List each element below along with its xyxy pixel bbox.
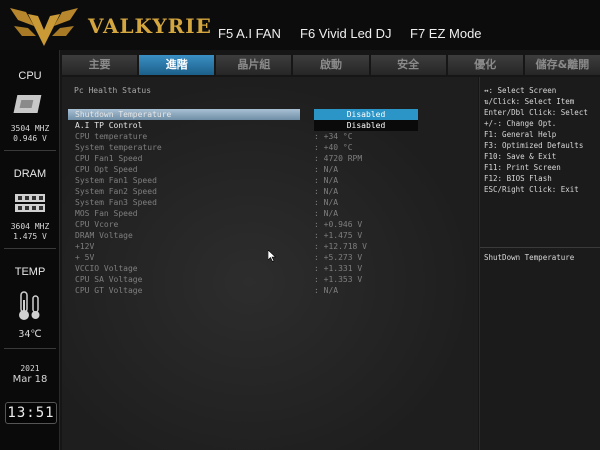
help-key-select: Enter/Dbl Click: Select — [484, 108, 588, 117]
info-row: DRAM Voltage : +1.475 V — [62, 230, 478, 241]
brand-title: VALKYRIE — [88, 14, 212, 38]
info-row: System Fan2 Speed : N/A — [62, 186, 478, 197]
info-value: : +5.273 V — [314, 253, 363, 262]
info-value: : N/A — [314, 198, 339, 207]
tab-advanced[interactable]: 進階 — [139, 55, 215, 75]
info-row: System Fan1 Speed : N/A — [62, 175, 478, 186]
info-row: System temperature : +40 °C — [62, 142, 478, 153]
info-row: CPU Vcore : +0.946 V — [62, 219, 478, 230]
temp-label: TEMP — [14, 266, 46, 278]
info-value: : N/A — [314, 176, 339, 185]
info-value: : +40 °C — [314, 143, 353, 152]
sidebar-divider — [4, 150, 56, 151]
help-key-save-exit: F10: Save & Exit — [484, 152, 557, 161]
dram-frequency: 3604 MHZ — [10, 222, 50, 231]
ai-fan-button[interactable]: F5 A.I FAN — [218, 26, 281, 41]
info-value: : +0.946 V — [314, 220, 363, 229]
option-label: Shutdown Temperature — [75, 110, 172, 119]
info-label: CPU Opt Speed — [75, 165, 138, 174]
help-divider — [480, 247, 600, 248]
info-label: CPU temperature — [75, 132, 148, 141]
cpu-frequency: 3504 MHZ — [10, 124, 50, 133]
help-panel: ↔: Select Screen ⇅/Click: Select Item En… — [479, 77, 600, 450]
temp-value: 34℃ — [18, 329, 42, 340]
sidebar-divider — [4, 348, 56, 349]
ai-tp-control-value[interactable]: Disabled — [314, 120, 418, 131]
memory-module-icon — [15, 194, 45, 212]
tab-security[interactable]: 安全 — [370, 55, 446, 75]
info-row: CPU GT Voltage : N/A — [62, 285, 478, 296]
info-label: CPU GT Voltage — [75, 286, 143, 295]
mouse-pointer-icon — [268, 250, 276, 262]
info-value: : N/A — [314, 165, 339, 174]
info-label: CPU Vcore — [75, 220, 119, 229]
dram-voltage: 1.475 V — [13, 232, 47, 241]
tab-boot[interactable]: 啟動 — [293, 55, 369, 75]
info-value: : +1.331 V — [314, 264, 363, 273]
info-label: System temperature — [75, 143, 162, 152]
info-value: : N/A — [314, 286, 339, 295]
info-label: System Fan3 Speed — [75, 198, 157, 207]
valkyrie-wings-logo-icon — [10, 8, 78, 46]
info-value: : +1.475 V — [314, 231, 363, 240]
help-key-select-screen: ↔: Select Screen — [484, 86, 557, 95]
tab-optimize[interactable]: 優化 — [447, 55, 523, 75]
dram-label: DRAM — [13, 168, 47, 180]
info-label: CPU Fan1 Speed — [75, 154, 143, 163]
tab-chipset[interactable]: 晶片組 — [216, 55, 292, 75]
info-label: DRAM Voltage — [75, 231, 133, 240]
info-row: CPU temperature : +34 °C — [62, 131, 478, 142]
info-row: System Fan3 Speed : N/A — [62, 197, 478, 208]
pc-health-panel: Pc Health Status Shutdown Temperature Di… — [62, 77, 478, 450]
date-month-day: Mar 18 — [12, 374, 48, 385]
info-label: VCCIO Voltage — [75, 264, 138, 273]
info-label: CPU SA Voltage — [75, 275, 143, 284]
info-label: System Fan1 Speed — [75, 176, 157, 185]
help-key-optimized-defaults: F3: Optimized Defaults — [484, 141, 584, 150]
info-row: VCCIO Voltage : +1.331 V — [62, 263, 478, 274]
info-value: : N/A — [314, 187, 339, 196]
info-label: System Fan2 Speed — [75, 187, 157, 196]
help-key-bios-flash: F12: BIOS Flash — [484, 174, 552, 183]
status-sidebar: CPU 3504 MHZ 0.946 V DRAM 3604 MHZ 1.475… — [0, 50, 60, 450]
cpu-label: CPU — [18, 70, 42, 82]
help-key-exit: ESC/Right Click: Exit — [484, 185, 579, 194]
info-value: : +12.718 V — [314, 242, 367, 251]
clock-display: 13:51 — [5, 402, 57, 424]
cpu-voltage: 0.946 V — [13, 134, 47, 143]
shutdown-temperature-value[interactable]: Disabled — [314, 109, 418, 120]
help-key-change-opt: +/-: Change Opt. — [484, 119, 557, 128]
info-row: CPU SA Voltage : +1.353 V — [62, 274, 478, 285]
info-row: MOS Fan Speed : N/A — [62, 208, 478, 219]
help-key-general-help: F1: General Help — [484, 130, 557, 139]
cpu-chip-icon — [13, 95, 42, 113]
info-row: CPU Opt Speed : N/A — [62, 164, 478, 175]
info-value: : N/A — [314, 209, 339, 218]
option-label: A.I TP Control — [75, 121, 143, 130]
ez-mode-button[interactable]: F7 EZ Mode — [410, 26, 482, 41]
info-value: : +1.353 V — [314, 275, 363, 284]
help-key-print-screen: F11: Print Screen — [484, 163, 561, 172]
tab-main[interactable]: 主要 — [62, 55, 138, 75]
option-row-ai-tp-control[interactable]: A.I TP Control Disabled — [62, 120, 478, 131]
vivid-led-dj-button[interactable]: F6 Vivid Led DJ — [300, 26, 392, 41]
option-row-shutdown-temperature[interactable]: Shutdown Temperature Disabled — [62, 109, 478, 120]
info-row: CPU Fan1 Speed : 4720 RPM — [62, 153, 478, 164]
info-label: +12V — [75, 242, 95, 251]
item-description: ShutDown Temperature — [484, 253, 575, 262]
section-title: Pc Health Status — [74, 86, 152, 95]
info-value: : 4720 RPM — [314, 154, 363, 163]
help-key-select-item: ⇅/Click: Select Item — [484, 97, 575, 106]
tab-save-exit[interactable]: 儲存&離開 — [524, 55, 600, 75]
info-value: : +34 °C — [314, 132, 353, 141]
date-year: 2021 — [20, 364, 40, 373]
top-bar: VALKYRIE F5 A.I FAN F6 Vivid Led DJ F7 E… — [0, 0, 600, 50]
info-label: + 5V — [75, 253, 95, 262]
menu-tabs: 主要 進階 晶片組 啟動 安全 優化 儲存&離開 — [62, 55, 600, 75]
thermometer-icon — [19, 291, 40, 320]
sidebar-divider — [4, 248, 56, 249]
info-label: MOS Fan Speed — [75, 209, 138, 218]
